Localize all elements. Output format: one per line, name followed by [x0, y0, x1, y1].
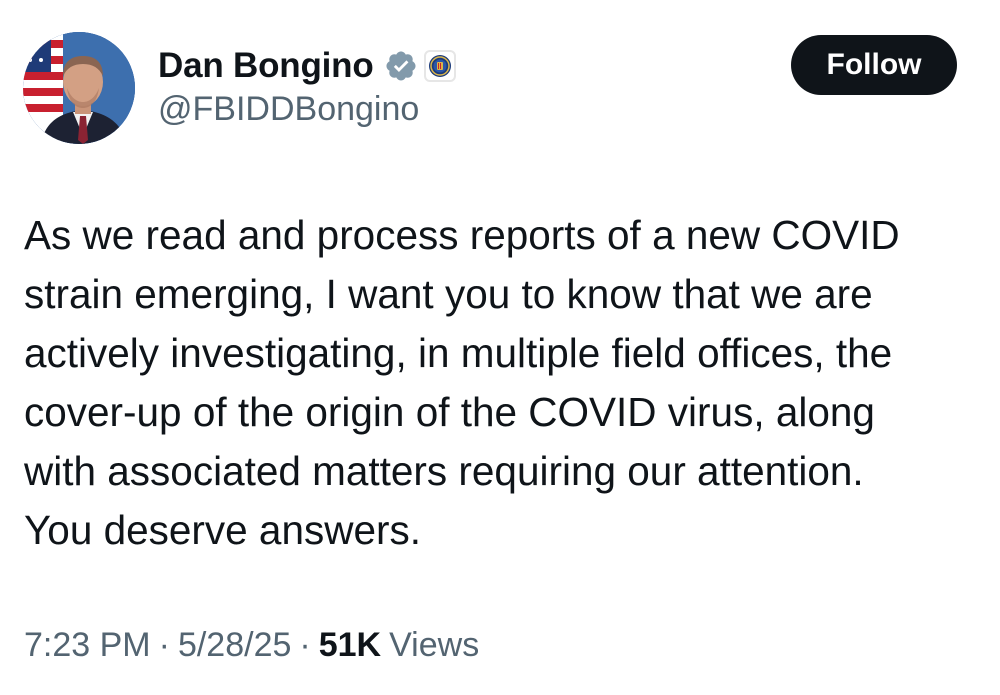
avatar[interactable] [23, 32, 135, 144]
tweet-text-line: actively investigating, in multiple fiel… [24, 330, 893, 376]
user-handle[interactable]: @FBIDDBongino [158, 90, 419, 129]
tweet-text-line: strain emerging, I want you to know that… [24, 271, 873, 317]
tweet-text-line: As we read and process reports of a new … [24, 212, 900, 258]
tweet-text-line: cover-up of the origin of the COVID viru… [24, 389, 875, 435]
profile-photo-icon [23, 32, 135, 144]
views-count[interactable]: 51K [319, 626, 381, 665]
verified-badge-icon[interactable] [384, 49, 418, 83]
follow-button[interactable]: Follow [791, 35, 957, 95]
tweet-text-line: with associated matters requiring our at… [24, 448, 864, 494]
fbi-seal-icon[interactable] [423, 50, 456, 82]
tweet-date[interactable]: 5/28/25 [178, 626, 291, 665]
author-name-row: Dan Bongino [158, 42, 456, 90]
tweet-meta: 7:23 PM · 5/28/25 · 51K Views [24, 626, 479, 665]
views-label: Views [389, 626, 480, 664]
tweet-time[interactable]: 7:23 PM [24, 626, 151, 665]
tweet-text: As we read and process reports of a new … [24, 206, 984, 560]
display-name[interactable]: Dan Bongino [158, 46, 374, 86]
meta-separator: · [158, 626, 170, 664]
meta-separator: · [299, 626, 311, 664]
tweet-text-line: You deserve answers. [24, 507, 421, 553]
